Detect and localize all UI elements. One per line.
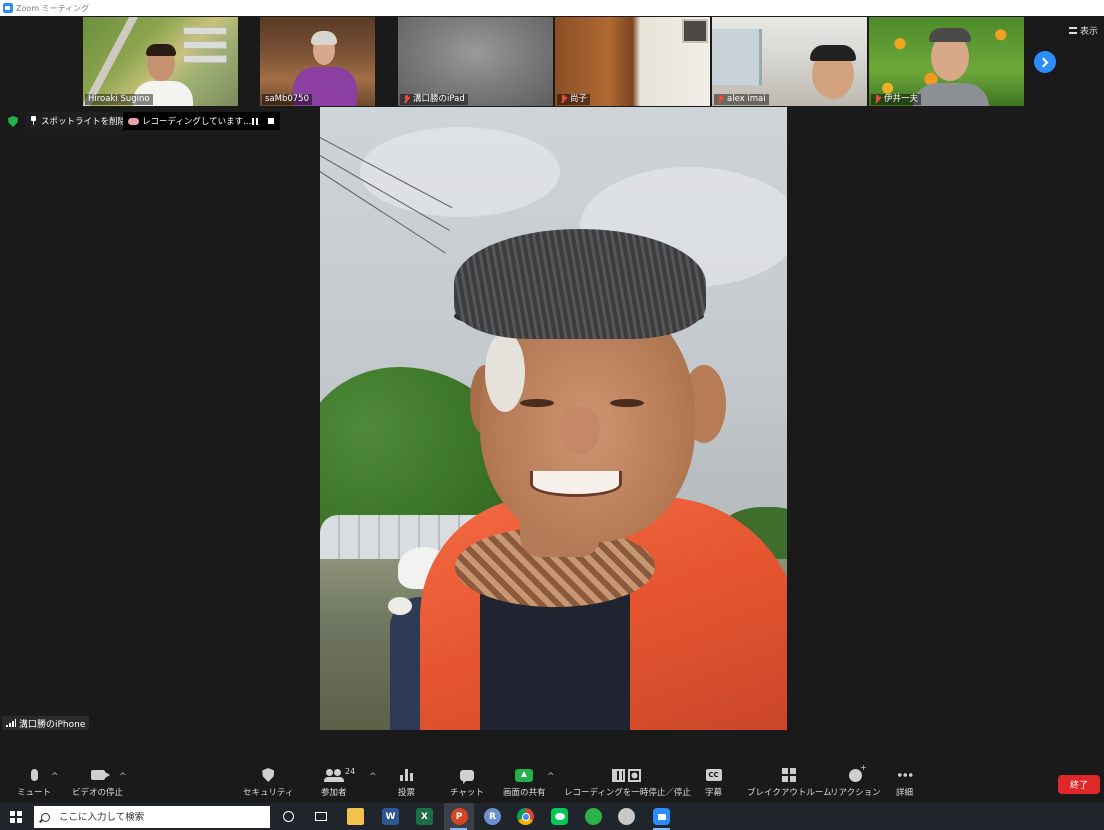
remove-spotlight-button[interactable]: スポットライトを削除 <box>26 112 131 129</box>
participant-name: alex imai <box>714 94 769 105</box>
poll-chart-icon <box>400 769 413 781</box>
pause-stop-recording-icon <box>612 768 642 782</box>
r-icon[interactable]: R <box>484 808 501 825</box>
windows-start-icon[interactable] <box>10 811 22 823</box>
participant-tile[interactable]: alex imai <box>712 17 867 106</box>
windows-taskbar: W X P R <box>0 803 1104 830</box>
mic-muted-icon <box>560 95 567 104</box>
green-app-icon[interactable] <box>585 808 602 825</box>
end-meeting-button[interactable]: 終了 <box>1058 775 1100 794</box>
participants-button[interactable]: 参加者 <box>321 766 347 798</box>
participant-name: Hiroaki Sugino <box>85 94 153 105</box>
share-screen-icon <box>515 768 534 782</box>
recording-indicator: レコーディングしています... <box>123 112 280 130</box>
smiley-icon <box>848 763 867 782</box>
stop-video-button[interactable]: ビデオの停止 <box>72 766 123 798</box>
breakout-rooms-button[interactable]: ブレイクアウトルーム <box>747 766 832 798</box>
participant-name: 溝口勝のiPad <box>400 94 468 105</box>
shield-icon <box>262 768 275 782</box>
participant-count: 24 <box>345 767 356 776</box>
participant-tile[interactable]: saMb0750 <box>260 17 375 106</box>
mute-button[interactable]: ミュート <box>17 766 51 798</box>
remove-spotlight-label: スポットライトを削除 <box>41 116 127 127</box>
participants-options-chevron-icon[interactable]: ^ <box>369 772 377 782</box>
window-titlebar: Zoom ミーティング <box>0 0 1104 16</box>
next-page-button[interactable] <box>1034 51 1056 73</box>
video-options-chevron-icon[interactable]: ^ <box>119 772 127 782</box>
search-icon <box>41 812 50 822</box>
participant-tile[interactable]: 尚子 <box>555 17 710 106</box>
view-button[interactable]: 表示 <box>1068 24 1098 37</box>
excel-icon[interactable]: X <box>416 808 433 825</box>
zoom-icon[interactable] <box>653 808 670 825</box>
audio-options-chevron-icon[interactable]: ^ <box>51 772 59 782</box>
closed-captions-icon: CC <box>705 769 722 781</box>
active-speaker-video <box>320 107 787 730</box>
participant-strip: Hiroaki Sugino saMb0750 溝口勝のiPad 尚子 alex… <box>0 17 1104 106</box>
video-camera-icon <box>90 770 110 780</box>
breakout-grid-icon <box>782 768 797 782</box>
participants-icon <box>323 769 344 782</box>
share-options-chevron-icon[interactable]: ^ <box>547 772 555 782</box>
microphone-icon <box>30 769 38 781</box>
more-dots-icon <box>896 773 913 777</box>
paint-icon[interactable] <box>618 808 635 825</box>
chrome-icon[interactable] <box>517 808 534 825</box>
mic-muted-icon <box>717 95 724 104</box>
participant-tile[interactable]: 溝口勝のiPad <box>398 17 553 106</box>
reactions-button[interactable]: リアクション <box>830 763 881 799</box>
word-icon[interactable]: W <box>382 808 399 825</box>
polls-button[interactable]: 投票 <box>398 766 415 798</box>
share-screen-button[interactable]: 画面の共有 <box>503 766 546 798</box>
participant-tile[interactable]: 伊井一夫 <box>869 17 1024 106</box>
encryption-shield-icon[interactable] <box>8 116 18 127</box>
meeting-toolbar: ミュート ^ ビデオの停止 ^ セキュリティ 参加者 24 ^ 投票 チャット … <box>0 762 1104 803</box>
participant-tile[interactable]: Hiroaki Sugino <box>83 17 238 106</box>
participant-name: 伊井一夫 <box>871 94 922 105</box>
view-icon <box>1068 27 1077 34</box>
cortana-icon[interactable] <box>283 811 294 822</box>
pause-recording-icon[interactable] <box>252 117 258 125</box>
taskbar-search[interactable] <box>34 806 270 828</box>
powerpoint-icon[interactable]: P <box>444 803 474 830</box>
task-view-icon[interactable] <box>315 812 327 821</box>
chat-bubble-icon <box>459 769 474 784</box>
cloud-recording-icon <box>128 117 139 125</box>
recording-status: レコーディングしています... <box>142 117 252 127</box>
participant-name: saMb0750 <box>262 94 312 105</box>
signal-strength-icon <box>6 719 16 727</box>
mic-muted-icon <box>874 95 881 104</box>
pin-icon <box>30 116 37 125</box>
view-button-label: 表示 <box>1079 27 1098 37</box>
zoom-app-icon <box>3 3 13 13</box>
captions-button[interactable]: CC 字幕 <box>705 766 722 798</box>
window-title: Zoom ミーティング <box>16 3 90 13</box>
active-speaker-label: 溝口勝のiPhone <box>2 716 90 730</box>
security-button[interactable]: セキュリティ <box>243 766 294 798</box>
stop-recording-icon[interactable] <box>268 118 274 124</box>
participant-name: 尚子 <box>557 94 591 105</box>
chat-button[interactable]: チャット <box>450 766 484 798</box>
taskbar-search-input[interactable] <box>59 811 259 823</box>
folder-icon[interactable] <box>347 808 364 825</box>
mic-muted-icon <box>403 95 410 104</box>
recording-control-button[interactable]: レコーディングを一時停止／停止 <box>564 766 691 798</box>
line-icon[interactable] <box>551 808 568 825</box>
more-button[interactable]: 詳細 <box>896 766 913 798</box>
chevron-right-icon <box>1038 57 1049 67</box>
